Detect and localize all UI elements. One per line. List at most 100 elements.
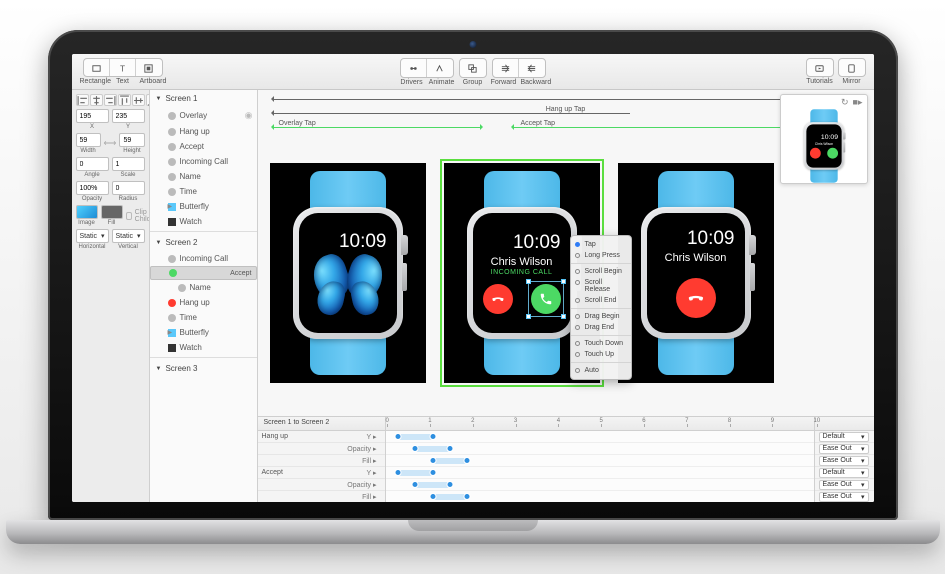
drivers-tool[interactable] (401, 59, 427, 77)
align-center-h-button[interactable] (90, 94, 103, 106)
height-input[interactable] (119, 133, 144, 147)
timeline-ruler[interactable]: 012345678910 (386, 417, 814, 430)
backward-tool[interactable] (519, 59, 545, 77)
artboard-screen-2[interactable]: 10:09 Chris Wilson INCOMING CALL (444, 163, 600, 383)
keyframe[interactable] (429, 469, 436, 476)
accept-call-button[interactable] (531, 284, 561, 314)
selection-handles[interactable] (528, 281, 564, 317)
timeline-row-hang-up-opacity[interactable]: Opacity ▸ (258, 443, 385, 455)
mirror-tool[interactable] (839, 59, 865, 77)
layer-item-hang-up[interactable]: Hang up (150, 295, 257, 310)
context-menu-scroll-release[interactable]: Scroll Release (571, 277, 631, 295)
visibility-icon[interactable]: ◉ (245, 110, 253, 121)
rectangle-tool[interactable] (84, 59, 110, 77)
layer-item-watch[interactable]: Watch (150, 214, 257, 229)
keyframe[interactable] (446, 445, 453, 452)
timeline-row-hang-up-y[interactable]: Hang upY ▸ (258, 431, 385, 443)
keyframe[interactable] (429, 457, 436, 464)
layer-item-watch[interactable]: Watch (150, 340, 257, 355)
track-Accept-Fill[interactable] (386, 491, 814, 502)
decline-call-button[interactable] (483, 284, 513, 314)
timeline-row-hang-up-fill[interactable]: Fill ▸ (258, 455, 385, 467)
keyframe[interactable] (412, 481, 419, 488)
track-Accept-Y[interactable] (386, 467, 814, 479)
opacity-input[interactable] (76, 181, 109, 195)
text-tool[interactable]: T (110, 59, 136, 77)
keyframe[interactable] (412, 445, 419, 452)
keyframe[interactable] (446, 481, 453, 488)
artboard-screen-1[interactable]: 10:09 (270, 163, 426, 383)
hangup-call-button[interactable] (676, 278, 716, 318)
context-menu-touch-down[interactable]: Touch Down (571, 338, 631, 349)
artboard-screen-3[interactable]: 10:09 Chris Wilson (618, 163, 774, 383)
track-Hang up-Y[interactable] (386, 431, 814, 443)
track-Accept-Opacity[interactable] (386, 479, 814, 491)
easing-select[interactable]: Ease Out▾ (819, 444, 869, 454)
layer-item-butterfly[interactable]: ▶Butterfly (150, 325, 257, 340)
canvas[interactable]: Hang up Tap Hang up Tap Accept Tap Overl… (258, 90, 874, 416)
align-center-v-button[interactable] (132, 94, 145, 106)
scale-input[interactable] (112, 157, 145, 171)
context-menu-drag-end[interactable]: Drag End (571, 322, 631, 333)
context-menu-touch-up[interactable]: Touch Up (571, 349, 631, 360)
preview-record-icon[interactable]: ■▸ (853, 97, 863, 107)
artboard-tool[interactable] (136, 59, 162, 77)
easing-select[interactable]: Ease Out▾ (819, 456, 869, 466)
forward-tool[interactable] (493, 59, 519, 77)
animate-tool[interactable] (427, 59, 453, 77)
preview-refresh-icon[interactable]: ↻ (841, 97, 849, 107)
track-Hang up-Fill[interactable] (386, 455, 814, 467)
easing-select[interactable]: Default▾ (819, 468, 869, 478)
context-menu-scroll-end[interactable]: Scroll End (571, 295, 631, 306)
keyframe[interactable] (429, 433, 436, 440)
layer-item-time[interactable]: Time (150, 310, 257, 325)
context-menu-auto[interactable]: Auto (571, 365, 631, 376)
clip-children-checkbox[interactable]: Clip Children (126, 209, 150, 223)
horizontal-behavior-select[interactable]: Static▾ (76, 229, 109, 243)
timeline-tracks[interactable] (386, 431, 814, 502)
align-top-button[interactable] (118, 94, 131, 106)
lock-aspect-icon[interactable]: ⟷ (104, 133, 117, 154)
context-menu-long-press[interactable]: Long Press (571, 250, 631, 261)
easing-select[interactable]: Default▾ (819, 432, 869, 442)
fill-swatch[interactable] (101, 205, 123, 219)
easing-select[interactable]: Ease Out▾ (819, 492, 869, 502)
align-left-button[interactable] (76, 94, 89, 106)
angle-input[interactable] (76, 157, 109, 171)
timeline-row-accept-y[interactable]: AcceptY ▸ (258, 467, 385, 479)
keyframe[interactable] (395, 433, 402, 440)
align-right-button[interactable] (104, 94, 117, 106)
screen-1-header[interactable]: ▼Screen 1 (150, 90, 257, 107)
keyframe[interactable] (463, 457, 470, 464)
layer-item-incoming-call[interactable]: Incoming Call (150, 154, 257, 169)
timeline-row-accept-fill[interactable]: Fill ▸ (258, 491, 385, 502)
timeline-row-accept-opacity[interactable]: Opacity ▸ (258, 479, 385, 491)
context-menu-tap[interactable]: Tap (571, 239, 631, 250)
layer-item-name[interactable]: Name (150, 280, 257, 295)
group-tool[interactable] (460, 59, 486, 77)
radius-input[interactable] (112, 181, 145, 195)
keyframe[interactable] (429, 493, 436, 500)
context-menu-drag-begin[interactable]: Drag Begin (571, 311, 631, 322)
layer-item-hang-up[interactable]: Hang up (150, 124, 257, 139)
image-swatch[interactable] (76, 205, 98, 219)
screen-3-header[interactable]: ▼Screen 3 (150, 360, 257, 377)
x-input[interactable] (76, 109, 109, 123)
layer-item-incoming-call[interactable]: Incoming Call (150, 251, 257, 266)
y-input[interactable] (112, 109, 145, 123)
width-input[interactable] (76, 133, 101, 147)
layer-item-name[interactable]: Name (150, 169, 257, 184)
tutorials-tool[interactable] (807, 59, 833, 77)
layer-item-butterfly[interactable]: ▶Butterfly (150, 199, 257, 214)
vertical-behavior-select[interactable]: Static▾ (112, 229, 145, 243)
keyframe[interactable] (395, 469, 402, 476)
layer-item-overlay[interactable]: Overlay◉ (150, 107, 257, 124)
keyframe[interactable] (463, 493, 470, 500)
layer-item-accept[interactable]: Accept (150, 139, 257, 154)
layer-item-time[interactable]: Time (150, 184, 257, 199)
track-Hang up-Opacity[interactable] (386, 443, 814, 455)
context-menu-scroll-begin[interactable]: Scroll Begin (571, 266, 631, 277)
easing-select[interactable]: Ease Out▾ (819, 480, 869, 490)
layer-item-accept[interactable]: Accept (150, 266, 257, 280)
screen-2-header[interactable]: ▼Screen 2 (150, 234, 257, 251)
